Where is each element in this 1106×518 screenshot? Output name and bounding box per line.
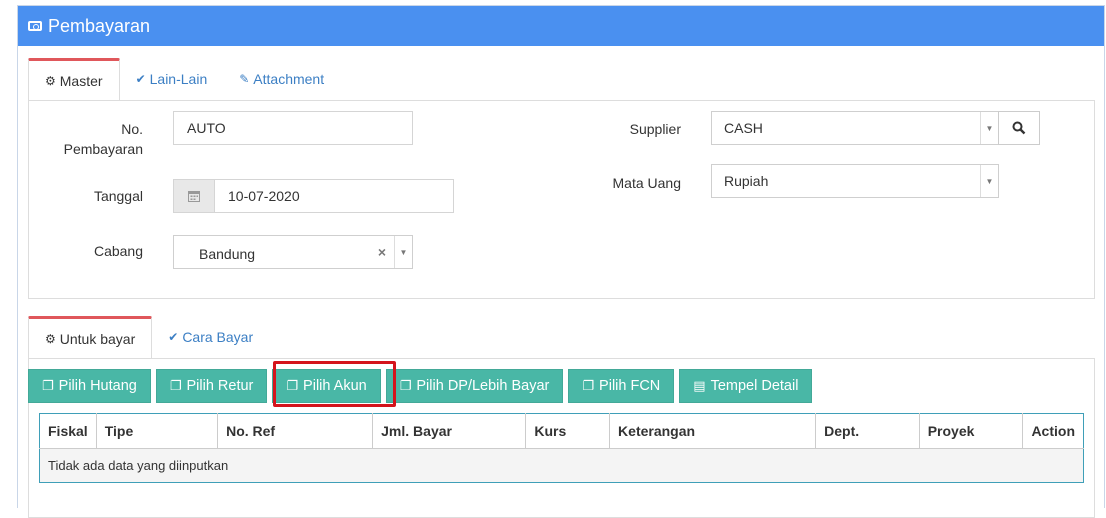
tab-label: Attachment — [253, 71, 325, 87]
cabang-value: Bandung — [199, 246, 256, 262]
copy-icon: ❐ — [286, 378, 299, 393]
no-label-line1: No. — [121, 121, 143, 137]
column-header[interactable]: Dept. — [815, 413, 920, 449]
calendar-icon[interactable] — [173, 179, 215, 213]
master-tab-content: No. Pembayaran AUTO Tanggal 10-07-2020 C… — [28, 100, 1095, 299]
chevron-down-icon: ▼ — [394, 236, 412, 268]
bottom-tabs: ⚙ Untuk bayar ✔ Cara Bayar — [28, 315, 269, 360]
button-label: Pilih Akun — [303, 378, 367, 394]
tanggal-value: 10-07-2020 — [228, 188, 300, 204]
tab-master[interactable]: ⚙ Master — [28, 58, 120, 102]
tab-lain-lain[interactable]: ✔ Lain-Lain — [120, 57, 224, 101]
column-header[interactable]: Fiskal — [39, 413, 97, 449]
pilih-fcn-button[interactable]: ❐ Pilih FCN — [568, 369, 675, 403]
tanggal-input[interactable]: 10-07-2020 — [214, 179, 454, 213]
chevron-down-icon: ▼ — [980, 165, 998, 197]
no-pembayaran-input[interactable]: AUTO — [173, 111, 413, 145]
top-tabs: ⚙ Master ✔ Lain-Lain ✎ Attachment — [28, 57, 340, 102]
tab-attachment[interactable]: ✎ Attachment — [223, 57, 340, 101]
gears-icon: ⚙ — [45, 332, 56, 346]
column-header[interactable]: Proyek — [919, 413, 1024, 449]
column-header[interactable]: Tipe — [96, 413, 219, 449]
supplier-value: CASH — [724, 120, 763, 136]
no-pembayaran-value: AUTO — [187, 120, 226, 136]
button-label: Pilih Retur — [186, 378, 254, 394]
pilih-dp-lebih-bayar-button[interactable]: ❐ Pilih DP/Lebih Bayar — [385, 369, 564, 403]
tanggal-label: Tanggal — [93, 188, 143, 204]
tab-label: Untuk bayar — [59, 331, 136, 347]
cabang-select[interactable]: Bandung × ▼ — [173, 235, 413, 269]
mata-uang-value: Rupiah — [724, 173, 769, 189]
column-header[interactable]: Jml. Bayar — [372, 413, 527, 449]
pilih-retur-button[interactable]: ❐ Pilih Retur — [155, 369, 268, 403]
copy-icon: ❐ — [399, 378, 412, 393]
pilih-akun-button[interactable]: ❐ Pilih Akun — [272, 369, 381, 403]
supplier-select[interactable]: CASH ▼ — [711, 111, 999, 145]
check-circle-icon: ✔ — [135, 72, 146, 86]
column-header: Action — [1022, 413, 1084, 449]
tab-label: Master — [59, 73, 103, 89]
clear-icon[interactable]: × — [378, 244, 386, 260]
copy-icon: ❐ — [582, 378, 595, 393]
mata-uang-label: Mata Uang — [612, 175, 681, 191]
check-circle-icon: ✔ — [168, 330, 179, 344]
tab-label: Cara Bayar — [182, 329, 254, 345]
paste-icon: ▤ — [693, 378, 706, 393]
table-row: Tidak ada data yang diinputkan — [39, 448, 1084, 483]
copy-icon: ❐ — [42, 378, 54, 393]
cabang-label: Cabang — [93, 243, 143, 259]
button-label: Tempel Detail — [710, 378, 799, 394]
table-header-row: Fiskal Tipe No. Ref Jml. Bayar Kurs Kete… — [39, 413, 1084, 449]
no-label-line2: Pembayaran — [63, 141, 143, 157]
payment-detail-table: Fiskal Tipe No. Ref Jml. Bayar Kurs Kete… — [39, 413, 1084, 483]
tab-untuk-bayar[interactable]: ⚙ Untuk bayar — [28, 316, 153, 360]
payment-panel: Pembayaran ⚙ Master ✔ Lain-Lain ✎ Attach… — [17, 5, 1105, 518]
button-label: Pilih DP/Lebih Bayar — [416, 378, 550, 394]
column-header[interactable]: Kurs — [525, 413, 611, 449]
empty-message: Tidak ada data yang diinputkan — [39, 448, 1084, 483]
chevron-down-icon: ▼ — [980, 112, 998, 144]
pilih-hutang-button[interactable]: ❐ Pilih Hutang — [28, 369, 151, 403]
button-label: Pilih Hutang — [58, 378, 137, 394]
no-pembayaran-label: No. Pembayaran — [59, 119, 143, 159]
money-icon — [28, 21, 42, 31]
supplier-search-button[interactable] — [998, 111, 1040, 145]
button-label: Pilih FCN — [599, 378, 661, 394]
gears-icon: ⚙ — [45, 74, 56, 88]
action-button-row: ❐ Pilih Hutang ❐ Pilih Retur ❐ Pilih Aku… — [28, 369, 813, 403]
column-header[interactable]: Keterangan — [609, 413, 817, 449]
page-title: Pembayaran — [48, 15, 151, 36]
mata-uang-select[interactable]: Rupiah ▼ — [711, 164, 999, 198]
tab-cara-bayar[interactable]: ✔ Cara Bayar — [152, 315, 269, 359]
supplier-label: Supplier — [629, 121, 681, 137]
paperclip-icon: ✎ — [239, 72, 250, 86]
tab-label: Lain-Lain — [149, 71, 208, 87]
panel-heading: Pembayaran — [18, 6, 1104, 46]
copy-icon: ❐ — [169, 378, 182, 393]
tempel-detail-button[interactable]: ▤ Tempel Detail — [679, 369, 813, 403]
column-header[interactable]: No. Ref — [217, 413, 374, 449]
search-icon — [1012, 121, 1026, 135]
